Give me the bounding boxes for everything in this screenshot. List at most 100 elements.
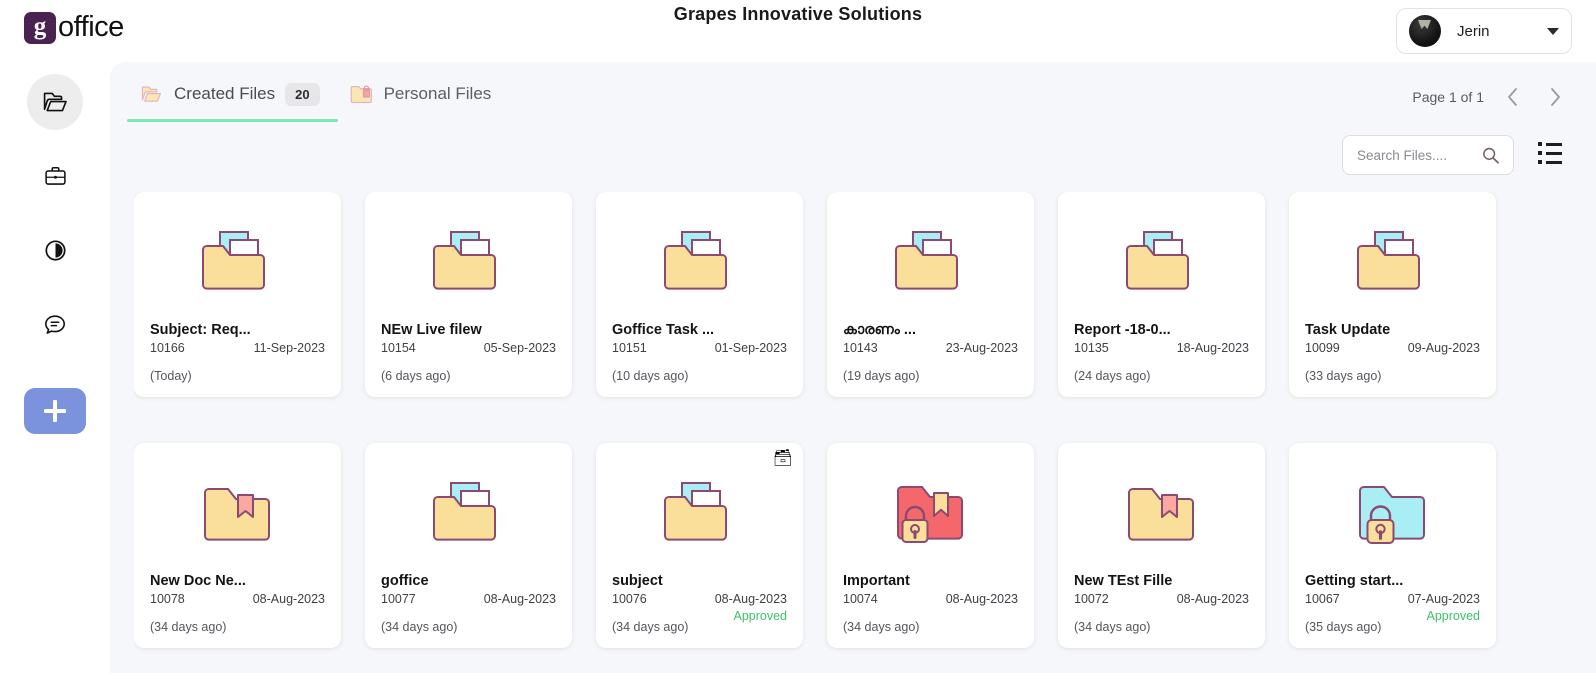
toolbar (134, 126, 1572, 188)
file-thumbnail (843, 210, 1018, 316)
file-meta: 10151 01-Sep-2023 (612, 341, 787, 355)
file-thumbnail (150, 461, 325, 567)
file-title: goffice (381, 572, 429, 589)
file-title: New Doc Ne... (150, 572, 246, 589)
folder-lock-icon (350, 85, 372, 103)
file-thumbnail (381, 210, 556, 316)
tab-created-files[interactable]: Created Files 20 (127, 66, 338, 122)
file-thumbnail (1305, 461, 1480, 567)
folder-docs-icon (432, 231, 496, 290)
file-card[interactable]: 🗃 subject 10076 08-Aug-2023 Approved (34… (596, 442, 803, 648)
file-thumbnail (612, 210, 787, 316)
file-id: 10099 (1305, 341, 1340, 355)
logo-text: office (58, 11, 124, 43)
clock-pie-icon (44, 239, 66, 261)
file-meta: 10078 08-Aug-2023 (150, 592, 325, 606)
file-age: (24 days ago) (1074, 369, 1151, 383)
file-thumbnail (1305, 210, 1480, 316)
folder-docs-icon (1125, 231, 1189, 290)
sidebar-item-files[interactable] (27, 74, 83, 130)
file-id: 10077 (381, 591, 416, 606)
user-menu[interactable]: Jerin (1396, 8, 1572, 54)
file-id: 10154 (381, 341, 416, 355)
file-id: 10143 (843, 341, 878, 355)
file-date: 08-Aug-2023 (1176, 591, 1249, 606)
file-title: Goffice Task ... (612, 322, 715, 338)
file-age: (34 days ago) (1074, 619, 1151, 634)
folder-bookmark-icon (1127, 487, 1194, 541)
file-meta: 10074 08-Aug-2023 (843, 592, 1018, 606)
file-age: (Today) (150, 369, 192, 383)
file-id: 10072 (1074, 591, 1109, 606)
file-box-icon: 🗃 (772, 449, 793, 467)
top-bar: g office Grapes Innovative Solutions Jer… (0, 0, 1596, 62)
file-meta: 10154 05-Sep-2023 (381, 341, 556, 355)
file-title: കാരണം ... (843, 322, 916, 338)
sidebar-item-pending[interactable] (27, 222, 83, 278)
file-card[interactable]: NEw Live filew 10154 05-Sep-2023 (6 days… (365, 192, 572, 397)
file-title: NEw Live filew (381, 322, 482, 338)
list-view-toggle[interactable] (1538, 142, 1564, 164)
file-card[interactable]: Report -18-0... 10135 18-Aug-2023 (24 da… (1058, 192, 1265, 397)
file-age: (6 days ago) (381, 369, 451, 383)
folder-bookmark-icon (203, 487, 270, 541)
file-meta: 10143 23-Aug-2023 (843, 341, 1018, 355)
file-title: Subject: Req... (150, 322, 251, 338)
add-file-button[interactable] (24, 388, 86, 434)
file-card[interactable]: Getting start... 10067 07-Aug-2023 Appro… (1289, 442, 1496, 648)
file-date: 05-Sep-2023 (483, 341, 556, 355)
page-title: Grapes Innovative Solutions (673, 4, 923, 24)
sidebar-item-messages[interactable] (27, 296, 83, 352)
folder-docs-icon (432, 481, 496, 541)
file-date: 08-Aug-2023 (252, 591, 325, 606)
file-id: 10135 (1074, 341, 1109, 355)
file-card[interactable]: Subject: Req... 10166 11-Sep-2023 (Today… (134, 192, 341, 397)
file-thumbnail (1074, 461, 1249, 567)
file-id: 10074 (843, 591, 878, 606)
file-date: 01-Sep-2023 (714, 341, 787, 355)
file-card[interactable]: Goffice Task ... 10151 01-Sep-2023 (10 d… (596, 192, 803, 397)
file-meta: 10166 11-Sep-2023 (150, 341, 325, 355)
file-date: 23-Aug-2023 (945, 341, 1018, 355)
file-card[interactable]: Important 10074 08-Aug-2023 (34 days ago… (827, 442, 1034, 648)
file-age: (10 days ago) (612, 369, 689, 383)
folder-icon (141, 86, 161, 102)
file-card[interactable]: Task Update 10099 09-Aug-2023 (33 days a… (1289, 192, 1496, 397)
created-files-count-badge: 20 (285, 82, 320, 106)
app-logo[interactable]: g office (24, 11, 124, 44)
file-meta: 10067 07-Aug-2023 (1305, 592, 1480, 606)
chevron-down-icon[interactable] (1547, 27, 1559, 35)
file-card[interactable]: New TEst Fille 10072 08-Aug-2023 (34 day… (1058, 442, 1265, 648)
file-age: (35 days ago) (1305, 619, 1382, 634)
sidebar (0, 62, 110, 673)
file-card[interactable]: New Doc Ne... 10078 08-Aug-2023 (34 days… (134, 442, 341, 648)
file-date: 08-Aug-2023 (714, 591, 787, 606)
file-title: Task Update (1305, 322, 1391, 338)
file-meta: 10077 08-Aug-2023 (381, 592, 556, 606)
logo-mark-icon: g (24, 11, 56, 44)
file-title: New TEst Fille (1074, 572, 1173, 589)
file-meta: 10076 08-Aug-2023 (612, 592, 787, 606)
next-page-button[interactable] (1542, 84, 1568, 110)
search-input[interactable] (1355, 146, 1481, 164)
chevron-right-icon (1551, 88, 1560, 106)
file-id: 10067 (1305, 591, 1340, 606)
prev-page-button[interactable] (1500, 84, 1526, 110)
search-icon[interactable] (1481, 146, 1500, 165)
file-card[interactable]: കാരണം ... 10143 23-Aug-2023 (19 days ago… (827, 192, 1034, 397)
file-thumbnail (843, 461, 1018, 567)
file-card[interactable]: goffice 10077 08-Aug-2023 (34 days ago) (365, 442, 572, 648)
file-age: (34 days ago) (381, 619, 458, 634)
file-title: Getting start... (1305, 572, 1404, 589)
tab-personal-files[interactable]: Personal Files (344, 66, 498, 122)
folder-docs-icon (663, 231, 727, 290)
file-meta: 10099 09-Aug-2023 (1305, 341, 1480, 355)
file-meta: 10135 18-Aug-2023 (1074, 341, 1249, 355)
page-indicator: Page 1 of 1 (1412, 89, 1484, 105)
search-box[interactable] (1342, 135, 1514, 175)
folder-docs-icon (1356, 231, 1420, 290)
file-title: Important (843, 572, 910, 589)
file-thumbnail (381, 461, 556, 567)
folder-cyan-lock-icon (1358, 485, 1425, 544)
sidebar-item-work[interactable] (27, 148, 83, 204)
